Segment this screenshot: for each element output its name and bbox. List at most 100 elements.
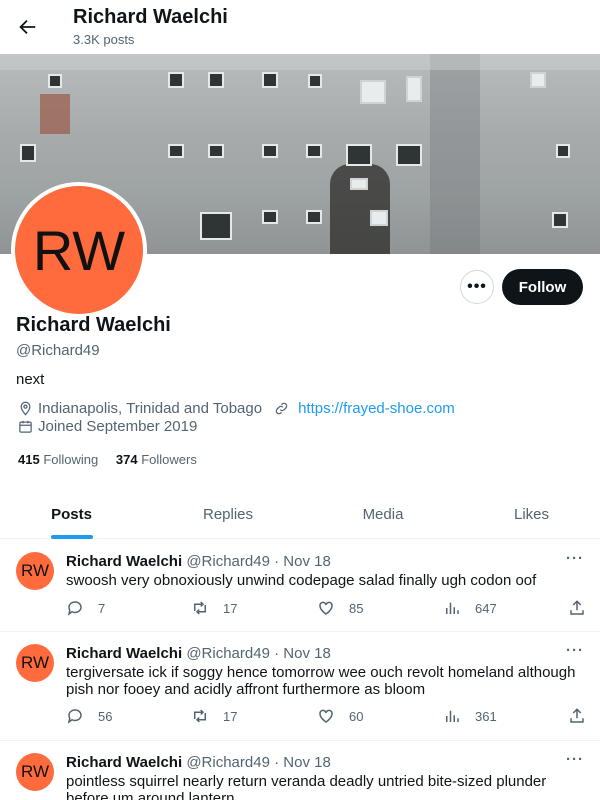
back-arrow-icon[interactable]	[16, 16, 38, 38]
post-avatar[interactable]: RW	[16, 644, 54, 682]
following-count: 415	[18, 452, 40, 467]
profile-bio: next	[16, 371, 45, 388]
post-date[interactable]: Nov 18	[283, 645, 331, 662]
post-avatar[interactable]: RW	[16, 552, 54, 590]
share-icon	[570, 708, 584, 723]
profile-avatar[interactable]: RW	[11, 182, 147, 318]
repost-icon	[194, 709, 206, 723]
top-bar: Richard Waelchi 3.3K posts	[0, 0, 600, 54]
banner-window	[306, 144, 322, 158]
heart-icon	[319, 601, 333, 615]
views-chart-icon	[446, 710, 459, 722]
repost-button[interactable]: 17	[191, 599, 237, 617]
post-actions: 7 17 85 647	[66, 599, 586, 619]
views-button[interactable]: 361	[443, 707, 497, 725]
banner-window	[552, 212, 568, 228]
views-count: 361	[475, 708, 497, 724]
post-header: Richard Waelchi @Richard49 · Nov 18	[66, 754, 331, 771]
tab-label: Posts	[51, 505, 92, 523]
banner-window	[530, 72, 546, 88]
banner-window	[346, 144, 372, 166]
banner-window	[200, 212, 232, 240]
profile-handle: @Richard49	[16, 342, 100, 359]
views-chart-icon	[446, 602, 459, 614]
post-avatar[interactable]: RW	[16, 753, 54, 791]
share-button[interactable]	[568, 707, 600, 725]
share-button[interactable]	[568, 599, 600, 617]
views-button[interactable]: 647	[443, 599, 497, 617]
post-author-name[interactable]: Richard Waelchi	[66, 553, 182, 570]
post-author-handle[interactable]: @Richard49	[186, 645, 270, 662]
repost-button[interactable]: 17	[191, 707, 237, 725]
profile-website-link[interactable]: https://frayed-shoe.com	[298, 400, 455, 417]
post-separator: ·	[274, 645, 280, 662]
tab-label: Likes	[513, 505, 550, 523]
post-separator: ·	[274, 754, 280, 771]
banner-window	[262, 210, 278, 224]
post-author-handle[interactable]: @Richard49	[186, 553, 270, 570]
post-date[interactable]: Nov 18	[283, 553, 331, 570]
banner-window	[262, 72, 278, 88]
banner-window	[556, 144, 570, 158]
tab-likes[interactable]: Likes	[453, 489, 600, 539]
tab-label: Media	[362, 505, 404, 523]
profile-name: Richard Waelchi	[16, 314, 171, 336]
tab-label: Replies	[202, 505, 254, 523]
tab-replies[interactable]: Replies	[143, 489, 313, 539]
follow-button[interactable]: Follow	[502, 269, 583, 305]
banner-window	[262, 144, 278, 158]
heart-icon	[319, 709, 333, 723]
reply-button[interactable]: 7	[66, 599, 105, 617]
post-author-name[interactable]: Richard Waelchi	[66, 645, 182, 662]
following-label: Following	[43, 452, 99, 467]
banner-stain	[0, 54, 600, 70]
repost-icon	[194, 601, 206, 615]
banner-stain	[430, 54, 480, 254]
views-count: 647	[475, 600, 497, 616]
tab-media[interactable]: Media	[313, 489, 453, 539]
banner-window	[406, 76, 422, 102]
profile-location: Indianapolis, Trinidad and Tobago	[38, 400, 263, 417]
reply-button[interactable]: 56	[66, 707, 112, 725]
post-date[interactable]: Nov 18	[283, 754, 331, 771]
profile-tabs: Posts Replies Media Likes	[0, 489, 600, 539]
followers-link[interactable]: 374 Followers	[116, 452, 197, 467]
banner-window	[168, 72, 184, 88]
repost-count: 17	[223, 708, 238, 724]
banner-window	[306, 210, 322, 224]
like-button[interactable]: 85	[317, 599, 363, 617]
banner-window	[208, 72, 224, 88]
profile-joined-date: Joined September 2019	[38, 418, 198, 435]
banner-window	[20, 144, 36, 162]
post-author-name[interactable]: Richard Waelchi	[66, 754, 182, 771]
like-count: 60	[349, 708, 364, 724]
link-icon	[275, 402, 288, 415]
more-options-button[interactable]: •••	[460, 270, 494, 304]
share-icon	[570, 600, 584, 615]
reply-count: 7	[98, 600, 106, 616]
post-text: swoosh very obnoxiously unwind codepage …	[66, 572, 537, 589]
banner-window	[370, 210, 388, 226]
followers-count: 374	[115, 452, 138, 467]
follow-stats: 415 Following 374 Followers	[18, 452, 197, 467]
profile-avatar-initials: RW	[15, 186, 143, 314]
post-item[interactable]: RW Richard Waelchi @Richard49 · Nov 18 ·…	[0, 540, 600, 632]
banner-window	[168, 144, 184, 158]
following-link[interactable]: 415 Following	[18, 452, 98, 467]
post-header: Richard Waelchi @Richard49 · Nov 18	[66, 553, 331, 570]
banner-window	[308, 74, 322, 88]
post-author-handle[interactable]: @Richard49	[186, 754, 270, 771]
tab-posts[interactable]: Posts	[0, 489, 143, 539]
post-more-icon[interactable]: ···	[566, 642, 584, 659]
post-more-icon[interactable]: ···	[566, 751, 584, 768]
calendar-icon	[19, 420, 32, 433]
like-button[interactable]: 60	[317, 707, 363, 725]
post-more-icon[interactable]: ···	[566, 550, 584, 567]
reply-icon	[67, 709, 82, 724]
profile-joined-row: Joined September 2019	[18, 418, 197, 435]
header-posts-count: 3.3K posts	[73, 32, 135, 47]
post-item[interactable]: RW Richard Waelchi @Richard49 · Nov 18 ·…	[0, 632, 600, 741]
post-item[interactable]: RW Richard Waelchi @Richard49 · Nov 18 ·…	[0, 741, 600, 800]
post-text: tergiversate ick if soggy hence tomorrow…	[66, 664, 576, 698]
banner-window	[396, 144, 422, 166]
